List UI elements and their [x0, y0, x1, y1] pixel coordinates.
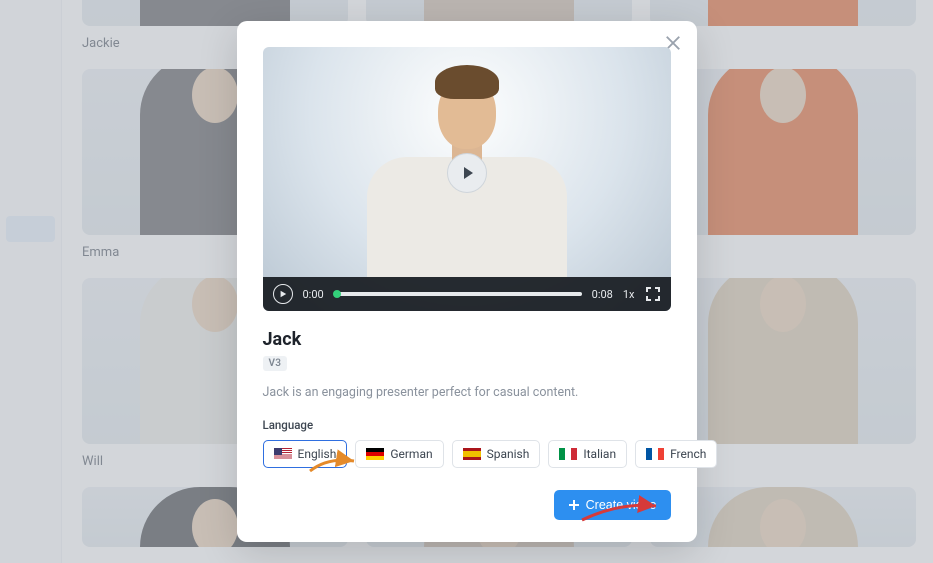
video-speed[interactable]: 1x: [623, 288, 635, 301]
language-option-english[interactable]: English: [263, 440, 348, 468]
video-duration: 0:08: [592, 288, 613, 301]
preview-video[interactable]: 0:00 0:08 1x: [263, 47, 671, 311]
flag-icon-fr: [646, 448, 664, 460]
avatar-detail-modal: 0:00 0:08 1x Jack V3 Jack is an engaging…: [237, 21, 697, 542]
version-badge: V3: [263, 356, 288, 371]
language-option-german[interactable]: German: [355, 440, 443, 468]
language-option-label: French: [670, 447, 706, 461]
video-current-time: 0:00: [303, 288, 324, 301]
avatar-description: Jack is an engaging presenter perfect fo…: [263, 385, 671, 400]
language-list: English German Spanish Italian French: [263, 440, 671, 468]
language-option-label: German: [390, 447, 432, 461]
flag-icon-it: [559, 448, 577, 460]
create-video-button[interactable]: Create video: [554, 490, 671, 520]
fullscreen-icon[interactable]: [645, 286, 661, 302]
language-option-italian[interactable]: Italian: [548, 440, 627, 468]
language-option-label: English: [298, 447, 337, 461]
avatar-title: Jack: [263, 329, 671, 350]
language-option-french[interactable]: French: [635, 440, 717, 468]
play-icon[interactable]: [447, 153, 487, 193]
plus-icon: [568, 499, 580, 511]
language-option-label: Italian: [583, 447, 616, 461]
language-option-spanish[interactable]: Spanish: [452, 440, 541, 468]
flag-icon-es: [463, 448, 481, 460]
video-controls: 0:00 0:08 1x: [263, 277, 671, 311]
language-label: Language: [263, 418, 671, 432]
play-button[interactable]: [273, 284, 293, 304]
flag-icon-de: [366, 448, 384, 460]
flag-icon-us: [274, 448, 292, 460]
create-video-label: Create video: [586, 498, 657, 512]
language-option-label: Spanish: [487, 447, 530, 461]
modal-overlay[interactable]: 0:00 0:08 1x Jack V3 Jack is an engaging…: [0, 0, 933, 563]
video-scrubber[interactable]: [334, 292, 582, 296]
